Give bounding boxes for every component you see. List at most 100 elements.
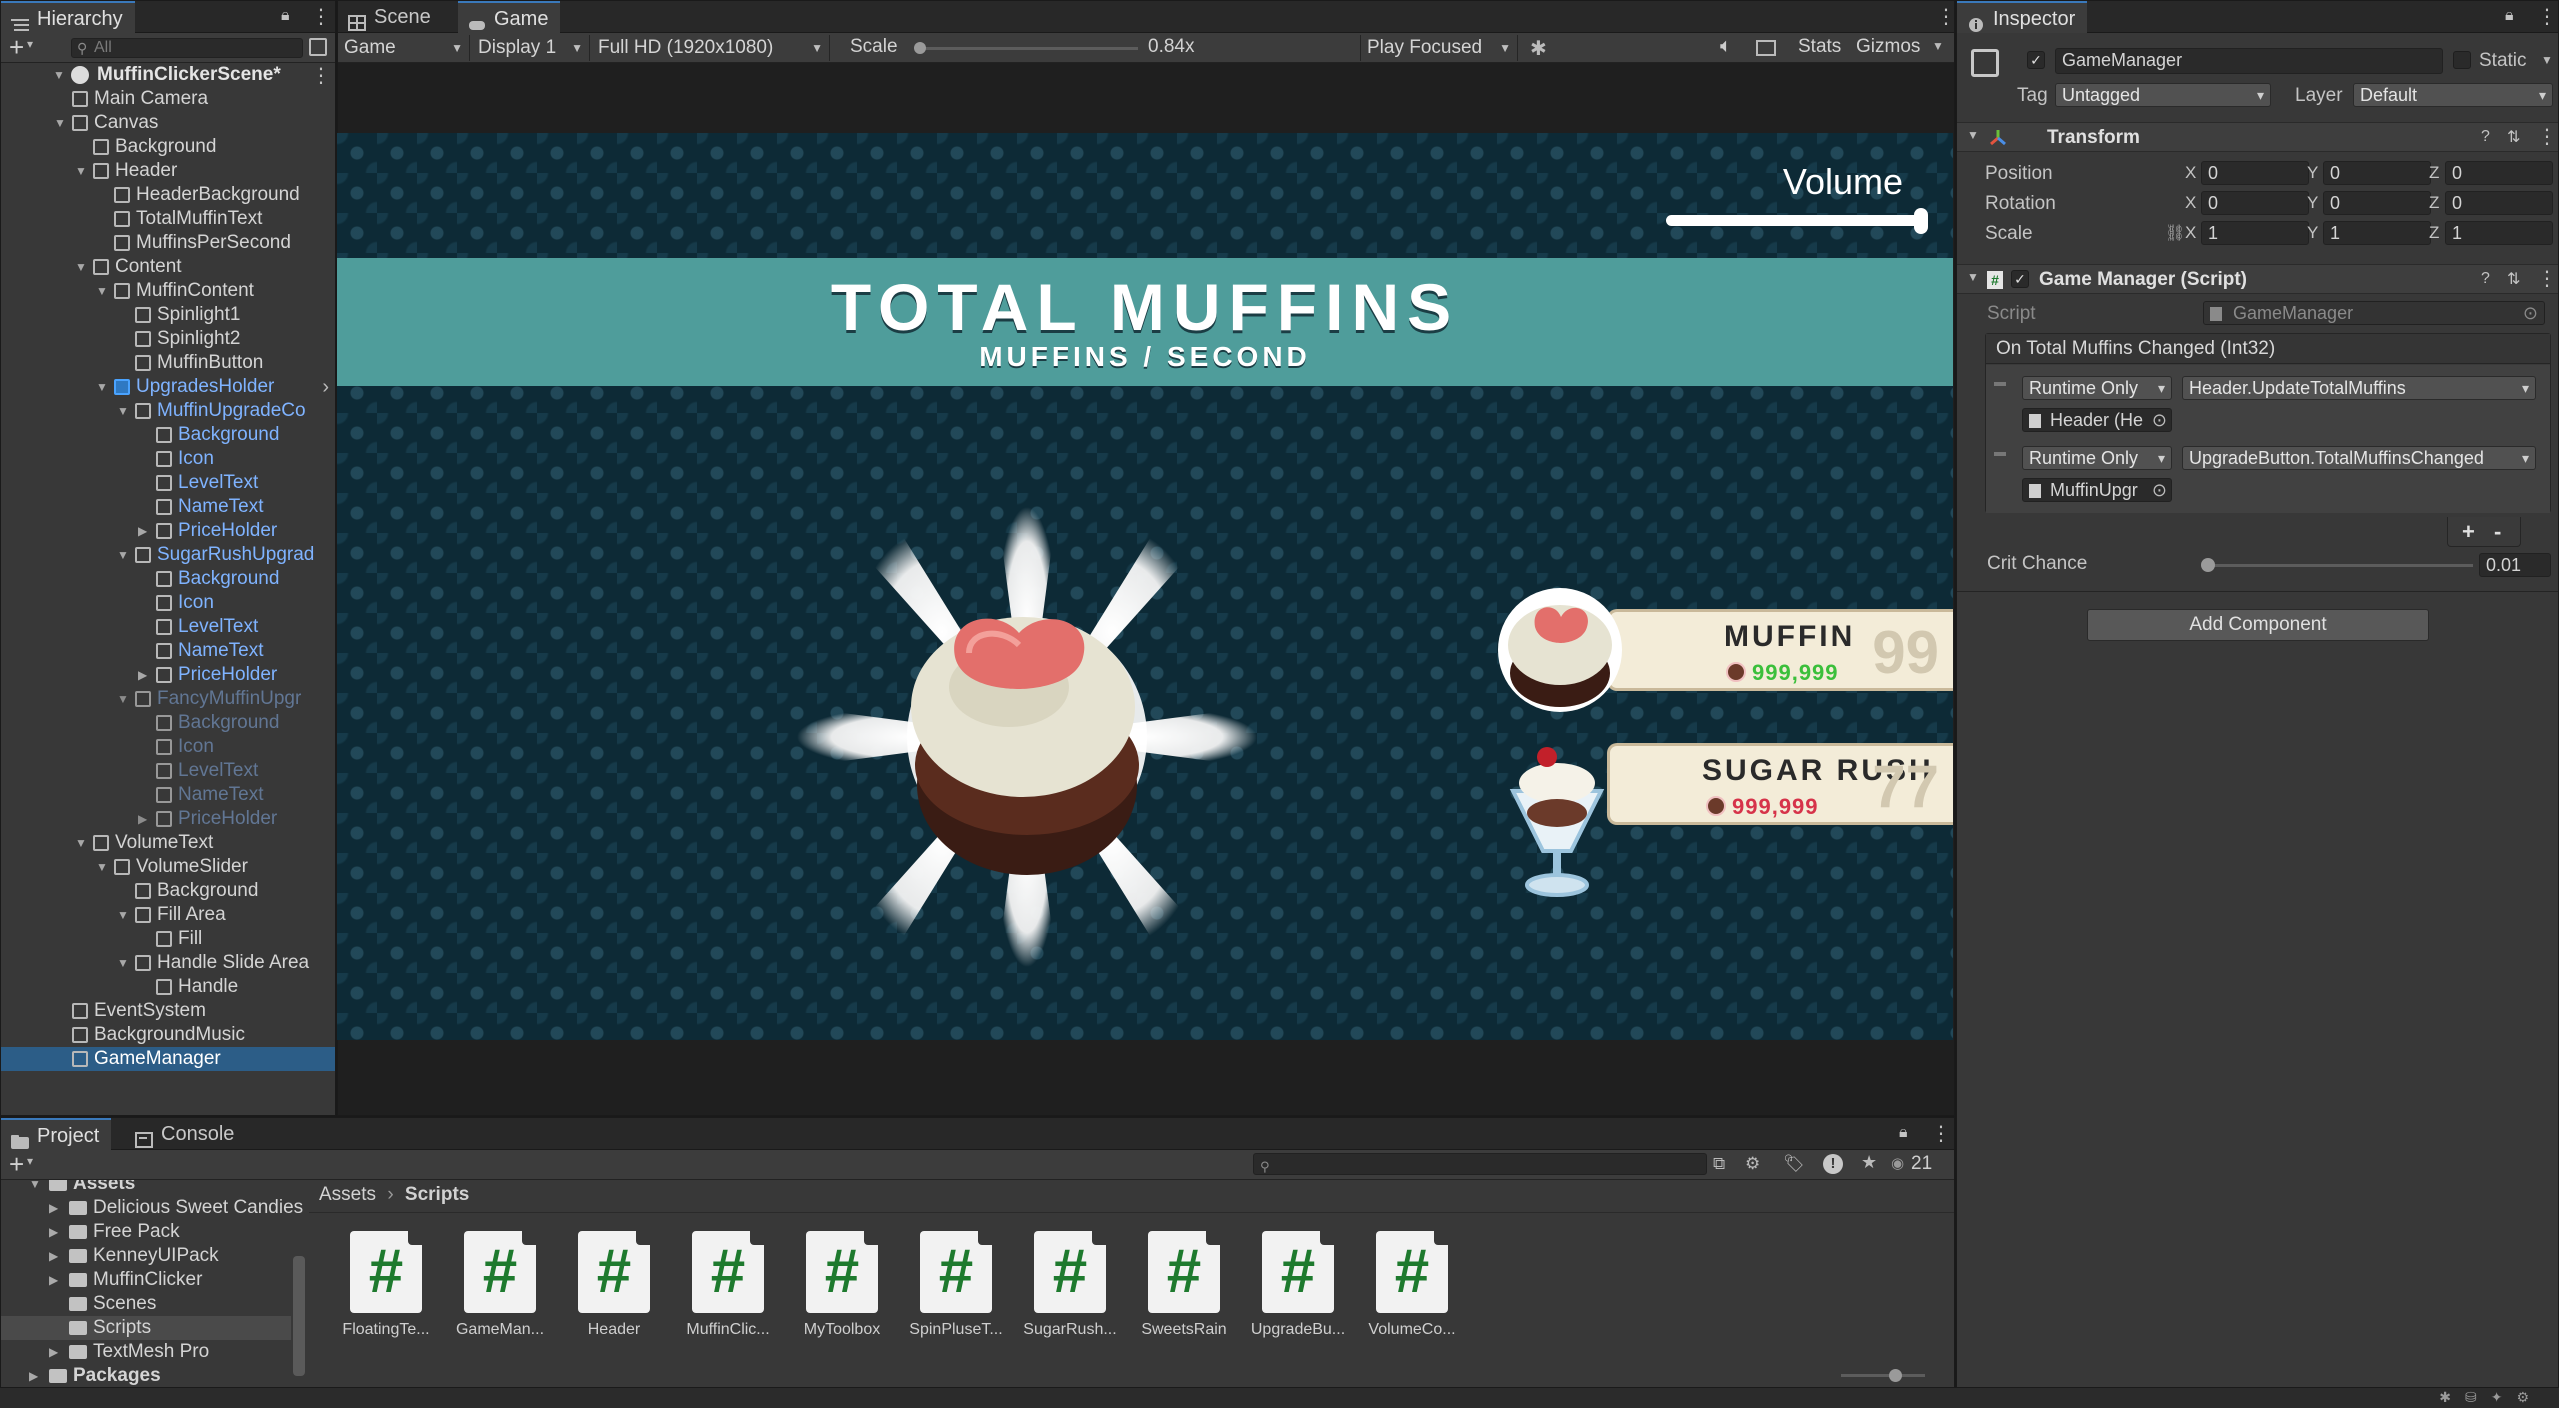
tab-console[interactable]: Console — [125, 1118, 246, 1150]
tree-scrollbar[interactable] — [293, 1256, 305, 1376]
scene-visibility-icon[interactable] — [309, 38, 327, 56]
script-asset[interactable]: # SpinPluseT... — [901, 1231, 1011, 1351]
project-folder-item[interactable]: ▶ TextMesh Pro — [1, 1340, 291, 1364]
collapse-arrow-icon[interactable]: ▶ — [49, 1340, 58, 1364]
hierarchy-item[interactable]: Spinlight1 — [1, 303, 335, 327]
component-menu-icon[interactable] — [2537, 269, 2543, 289]
script-asset[interactable]: # VolumeCo... — [1357, 1231, 1467, 1351]
script-field[interactable]: GameManager ⊙ — [2203, 301, 2545, 325]
position-z-input[interactable]: 0 — [2445, 161, 2553, 185]
hierarchy-item[interactable]: TotalMuffinText — [1, 207, 335, 231]
chevron-down-icon[interactable]: ▾ — [27, 37, 33, 51]
scene-menu-icon[interactable] — [311, 65, 317, 85]
hierarchy-item[interactable]: NameText — [1, 495, 335, 519]
axis-label[interactable]: Y — [2307, 223, 2318, 243]
icon-size-slider[interactable] — [1841, 1374, 1925, 1377]
filter-icon[interactable]: ⚙︎ — [1745, 1154, 1760, 1174]
listener-function-dropdown[interactable]: Header.UpdateTotalMuffins — [2182, 376, 2536, 400]
display-dropdown[interactable]: Display 1 ▼ — [472, 35, 590, 61]
hierarchy-item[interactable]: ▶ PriceHolder — [1, 519, 335, 543]
hierarchy-item[interactable]: NameText — [1, 783, 335, 807]
listener-target-field[interactable]: Header (He ⊙ — [2022, 408, 2172, 432]
scale-slider-handle[interactable] — [914, 42, 926, 54]
hierarchy-item[interactable]: EventSystem — [1, 999, 335, 1023]
drag-handle-icon[interactable] — [1994, 452, 2006, 456]
position-x-input[interactable]: 0 — [2201, 161, 2309, 185]
hierarchy-item[interactable]: ▼ Content — [1, 255, 335, 279]
rotation-x-input[interactable]: 0 — [2201, 191, 2309, 215]
script-asset[interactable]: # UpgradeBu... — [1243, 1231, 1353, 1351]
project-folder-item[interactable]: ▶ Delicious Sweet Candies — [1, 1196, 303, 1220]
object-picker-icon[interactable]: ⊙ — [2152, 479, 2167, 501]
hierarchy-item[interactable]: Background — [1, 423, 335, 447]
hierarchy-item[interactable]: Spinlight2 — [1, 327, 335, 351]
axis-label[interactable]: Y — [2307, 163, 2318, 183]
hierarchy-item[interactable]: ▼ MuffinContent — [1, 279, 335, 303]
hierarchy-item[interactable]: ▼ Handle Slide Area — [1, 951, 335, 975]
hierarchy-item[interactable]: ▼ Fill Area — [1, 903, 335, 927]
hierarchy-item[interactable]: Background — [1, 567, 335, 591]
active-checkbox[interactable]: ✓ — [2027, 51, 2045, 69]
expand-arrow-icon[interactable]: ▼ — [29, 1180, 41, 1196]
hierarchy-item[interactable]: ▶ PriceHolder — [1, 663, 335, 687]
project-folder-item[interactable]: ▶ Free Pack — [1, 1220, 291, 1244]
tab-inspector[interactable]: Inspector — [1957, 1, 2088, 33]
preset-icon[interactable]: ⇅ — [2507, 127, 2520, 147]
expand-arrow-icon[interactable]: ▼ — [117, 903, 131, 927]
crit-chance-slider[interactable] — [2207, 564, 2473, 567]
more-icon[interactable] — [1936, 7, 1942, 27]
scene-root[interactable]: ▼ MuffinClickerScene* — [1, 63, 335, 87]
mute-audio-icon[interactable]: 🔈︎ — [1720, 35, 1732, 58]
scale-z-input[interactable]: 1 — [2445, 221, 2553, 245]
hierarchy-item[interactable]: LevelText — [1, 615, 335, 639]
hierarchy-item[interactable]: Fill — [1, 927, 335, 951]
scale-y-input[interactable]: 1 — [2323, 221, 2431, 245]
hierarchy-item[interactable]: ▼ FancyMuffinUpgr — [1, 687, 335, 711]
drag-handle-icon[interactable] — [1994, 382, 2006, 386]
lock-icon[interactable]: 🔒︎ — [1899, 1124, 1908, 1142]
more-icon[interactable] — [2537, 7, 2543, 27]
collapse-arrow-icon[interactable]: ▶ — [49, 1196, 58, 1220]
axis-label[interactable]: Z — [2429, 193, 2439, 213]
icon-size-handle[interactable] — [1889, 1369, 1902, 1382]
hierarchy-item[interactable]: ▼ VolumeText — [1, 831, 335, 855]
chevron-down-icon[interactable]: ▼ — [2541, 53, 2553, 67]
search-by-type-icon[interactable]: ⧉ — [1713, 1154, 1725, 1174]
game-mode-dropdown[interactable]: Game ▼ — [338, 35, 470, 61]
hierarchy-item[interactable]: ▼ Canvas — [1, 111, 335, 135]
static-checkbox[interactable] — [2453, 51, 2471, 69]
crit-chance-input[interactable]: 0.01 — [2479, 553, 2551, 577]
hierarchy-search-input[interactable]: ⚲ All — [71, 38, 303, 58]
hierarchy-item[interactable]: LevelText — [1, 759, 335, 783]
script-asset[interactable]: # SweetsRain — [1129, 1231, 1239, 1351]
script-asset[interactable]: # MyToolbox — [787, 1231, 897, 1351]
stats-button[interactable]: Stats — [1798, 36, 1841, 58]
hierarchy-item[interactable]: HeaderBackground — [1, 183, 335, 207]
hierarchy-item[interactable]: Icon — [1, 735, 335, 759]
project-folder-item[interactable]: ▶ KenneyUIPack — [1, 1244, 291, 1268]
hierarchy-item[interactable]: Background — [1, 135, 335, 159]
object-picker-icon[interactable]: ⊙ — [2152, 409, 2167, 431]
expand-arrow-icon[interactable]: ▼ — [54, 111, 68, 135]
expand-arrow-icon[interactable]: ▼ — [75, 831, 89, 855]
preset-icon[interactable]: ⇅ — [2507, 269, 2520, 289]
hierarchy-item[interactable]: Main Camera — [1, 87, 335, 111]
object-name-input[interactable]: GameManager — [2055, 48, 2443, 74]
muffin-upgrade-card[interactable]: MUFFIN 999,999 99 — [1607, 609, 1953, 691]
gizmos-button[interactable]: Gizmos — [1856, 36, 1920, 58]
hierarchy-item[interactable]: ▼ UpgradesHolder › — [1, 375, 335, 399]
hierarchy-item[interactable]: ▼ SugarRushUpgrad — [1, 543, 335, 567]
expand-arrow-icon[interactable]: ▼ — [117, 399, 131, 423]
script-asset[interactable]: # GameMan... — [445, 1231, 555, 1351]
project-folder-item[interactable]: Scenes — [1, 1292, 291, 1316]
scale-x-input[interactable]: 1 — [2201, 221, 2309, 245]
warning-icon[interactable]: ! — [1823, 1154, 1843, 1174]
add-icon[interactable]: + — [9, 1150, 24, 1178]
transform-header[interactable]: ▼ Transform ? ⇅ — [1957, 122, 2558, 152]
chevron-right-icon[interactable]: › — [322, 375, 329, 399]
script-asset[interactable]: # MuffinClic... — [673, 1231, 783, 1351]
hierarchy-item[interactable]: NameText — [1, 639, 335, 663]
hierarchy-item[interactable]: ▼ VolumeSlider — [1, 855, 335, 879]
label-icon[interactable]: 🏷︎ — [1783, 1154, 1805, 1174]
expand-arrow-icon[interactable]: ▼ — [75, 159, 89, 183]
